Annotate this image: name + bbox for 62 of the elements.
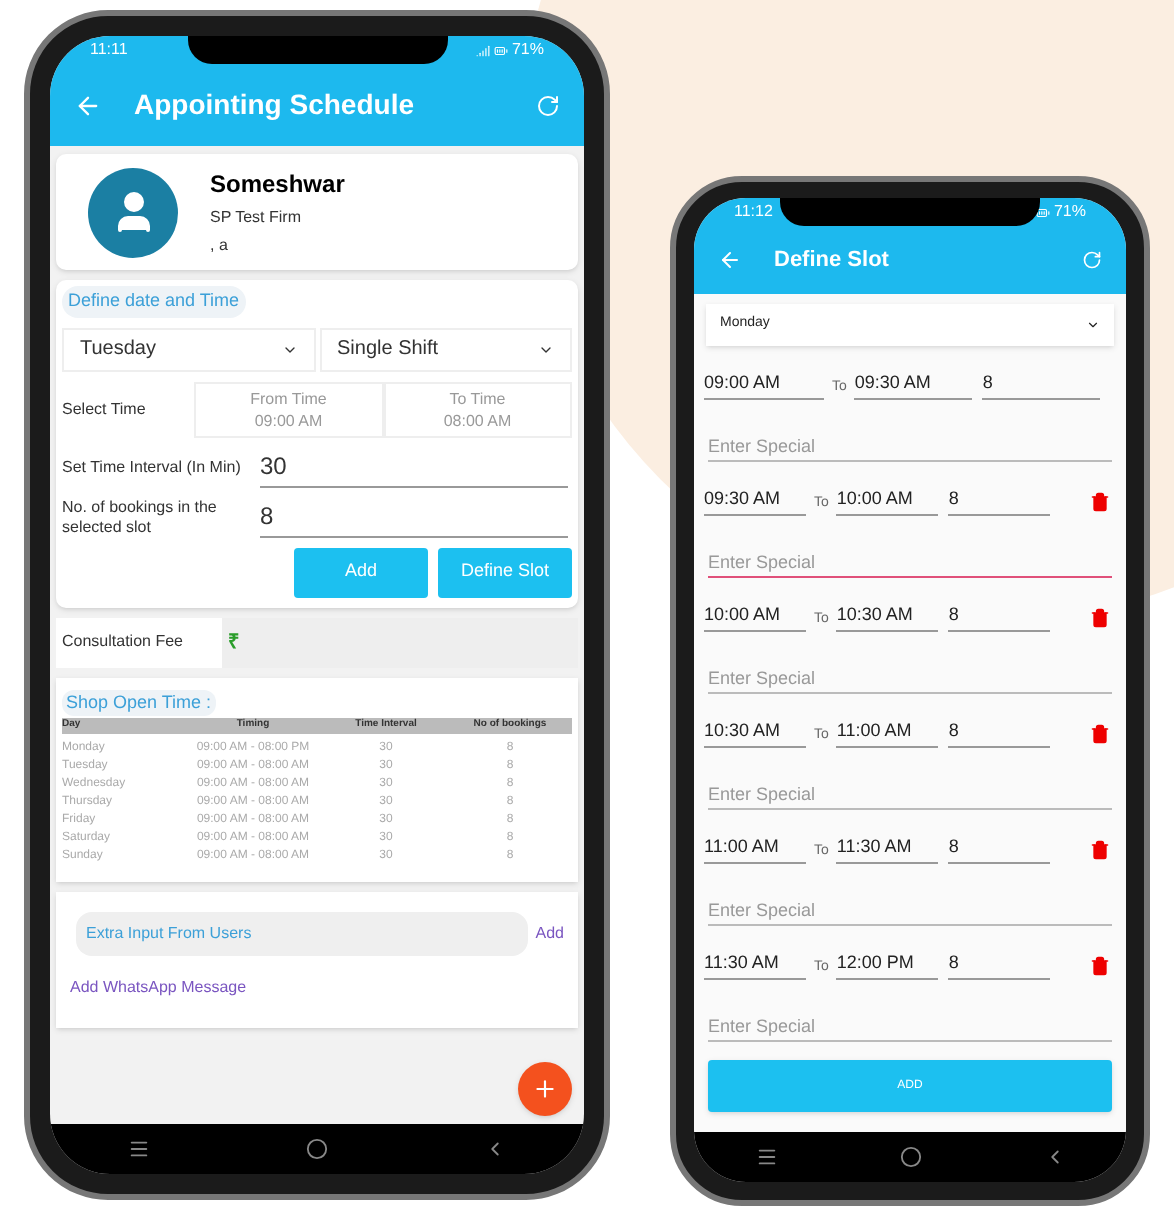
count-field[interactable]: 8 (948, 485, 1051, 516)
screen-title: Appointing Schedule (134, 86, 414, 124)
field-label: Select Time (62, 397, 148, 421)
to-time-field[interactable]: 11:00 AM (836, 717, 939, 748)
trash-icon[interactable] (1090, 608, 1110, 628)
to-time-field[interactable]: 10:00 AM (836, 485, 939, 516)
special-input[interactable]: Enter Special (708, 662, 1112, 694)
from-time-field[interactable]: 09:30 AM (704, 485, 806, 516)
to-time-field[interactable]: 11:30 AM (836, 833, 939, 864)
from-time-field[interactable]: 09:00 AM (704, 369, 824, 400)
home-icon[interactable] (306, 1138, 328, 1160)
special-input[interactable]: Enter Special (708, 546, 1112, 578)
section-label: Define date and Time (62, 286, 246, 317)
special-input[interactable]: Enter Special (708, 430, 1112, 462)
signal-icon (475, 43, 490, 57)
field-label: No. of bookings in the selected slot (62, 497, 219, 537)
battery-level: 71% (511, 38, 544, 62)
field-label: Set Time Interval (In Min) (62, 457, 243, 477)
count-field[interactable]: 8 (948, 949, 1051, 980)
battery-icon (1035, 205, 1050, 219)
from-time-field[interactable]: 11:30 AM (704, 949, 806, 980)
menu-icon[interactable] (755, 1146, 777, 1168)
to-time-field[interactable]: 10:30 AM (836, 601, 939, 632)
battery-icon (493, 43, 508, 57)
special-input[interactable]: Enter Special (708, 778, 1112, 810)
add-fab[interactable] (518, 1062, 572, 1116)
address-text: , a (210, 234, 230, 258)
status-time: 11:12 (734, 200, 773, 224)
number-field[interactable]: 8 (260, 497, 568, 537)
count-field[interactable]: 8 (982, 369, 1101, 400)
section-label: Shop Open Time : (62, 689, 216, 716)
caret-icon (1086, 318, 1100, 332)
trash-icon[interactable] (1090, 724, 1110, 744)
to-time-field[interactable]: 12:00 PM (836, 949, 939, 980)
special-input[interactable]: Enter Special (708, 894, 1112, 926)
day-dropdown[interactable]: Tuesday (62, 327, 315, 371)
trash-icon[interactable] (1090, 840, 1110, 860)
plus-icon (532, 1076, 558, 1102)
from-time-field[interactable]: 11:00 AM (704, 833, 806, 864)
count-field[interactable]: 8 (948, 717, 1051, 748)
firm-name: SP Test Firm (210, 206, 303, 230)
from-time-field[interactable]: 10:00 AM (704, 601, 806, 632)
refresh-icon[interactable] (1082, 250, 1102, 270)
menu-icon[interactable] (128, 1138, 150, 1160)
home-icon[interactable] (899, 1146, 921, 1168)
from-time-field[interactable]: 10:30 AM (704, 717, 806, 748)
shift-dropdown[interactable]: Single Shift (319, 327, 572, 371)
trash-icon[interactable] (1090, 956, 1110, 976)
number-field[interactable]: 30 (260, 447, 568, 487)
count-field[interactable]: 8 (948, 601, 1051, 632)
special-input[interactable]: Enter Special (708, 1010, 1112, 1042)
refresh-icon[interactable] (536, 93, 560, 117)
add-link[interactable]: Add (535, 922, 564, 946)
profile-name: Someshwar (210, 168, 345, 202)
whatsapp-link[interactable]: Add WhatsApp Message (70, 976, 564, 1000)
screen-title: Define Slot (774, 245, 889, 276)
status-time: 11:11 (90, 38, 128, 62)
field-label: Consultation Fee (60, 630, 185, 654)
trash-icon[interactable] (1090, 492, 1110, 512)
count-field[interactable]: 8 (948, 833, 1051, 864)
battery-level: 71% (1053, 200, 1086, 224)
to-time-field[interactable]: 09:30 AM (854, 369, 973, 400)
